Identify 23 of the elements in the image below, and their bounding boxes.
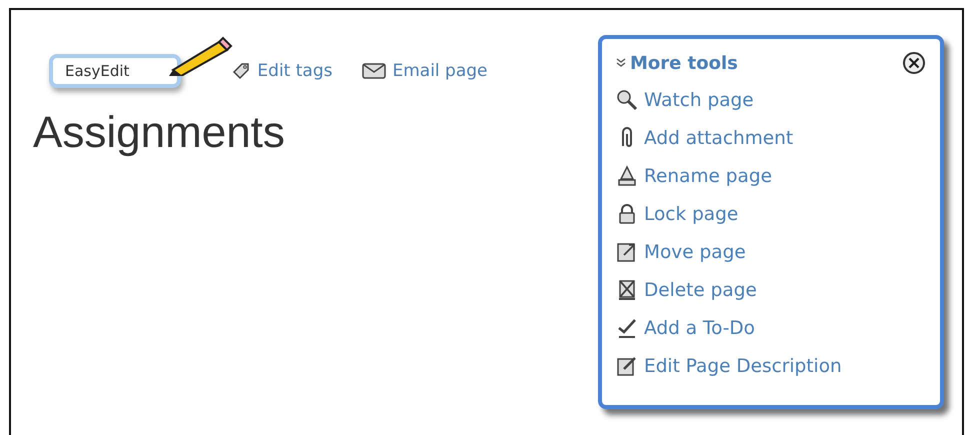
email-link[interactable]: Email page <box>362 61 488 81</box>
checkmark-icon <box>616 317 638 339</box>
edit-page-icon <box>616 355 638 377</box>
pencil-icon <box>167 36 233 76</box>
menu-item[interactable]: Add a To-Do <box>616 309 926 347</box>
envelope-icon <box>362 62 386 80</box>
menu-item[interactable]: Add attachment <box>616 119 926 157</box>
more-tools-title[interactable]: More tools <box>616 52 738 74</box>
magnifier-icon <box>616 89 638 111</box>
menu-item[interactable]: Move page <box>616 233 926 271</box>
menu-item[interactable]: Rename page <box>616 157 926 195</box>
menu-item[interactable]: Edit Page Description <box>616 347 926 385</box>
tag-icon <box>231 61 252 81</box>
menu-item[interactable]: Delete page <box>616 271 926 309</box>
tags-link[interactable]: Edit tags <box>231 61 332 81</box>
easyedit-button[interactable]: EasyEdit <box>49 54 182 88</box>
menu-item[interactable]: Lock page <box>616 195 926 233</box>
close-icon[interactable] <box>902 51 926 75</box>
stamp-icon <box>616 165 638 187</box>
menu-item[interactable]: Watch page <box>616 81 926 119</box>
double-chevron-icon <box>616 58 626 68</box>
delete-page-icon <box>616 279 638 301</box>
page-title: Assignments <box>33 108 285 158</box>
